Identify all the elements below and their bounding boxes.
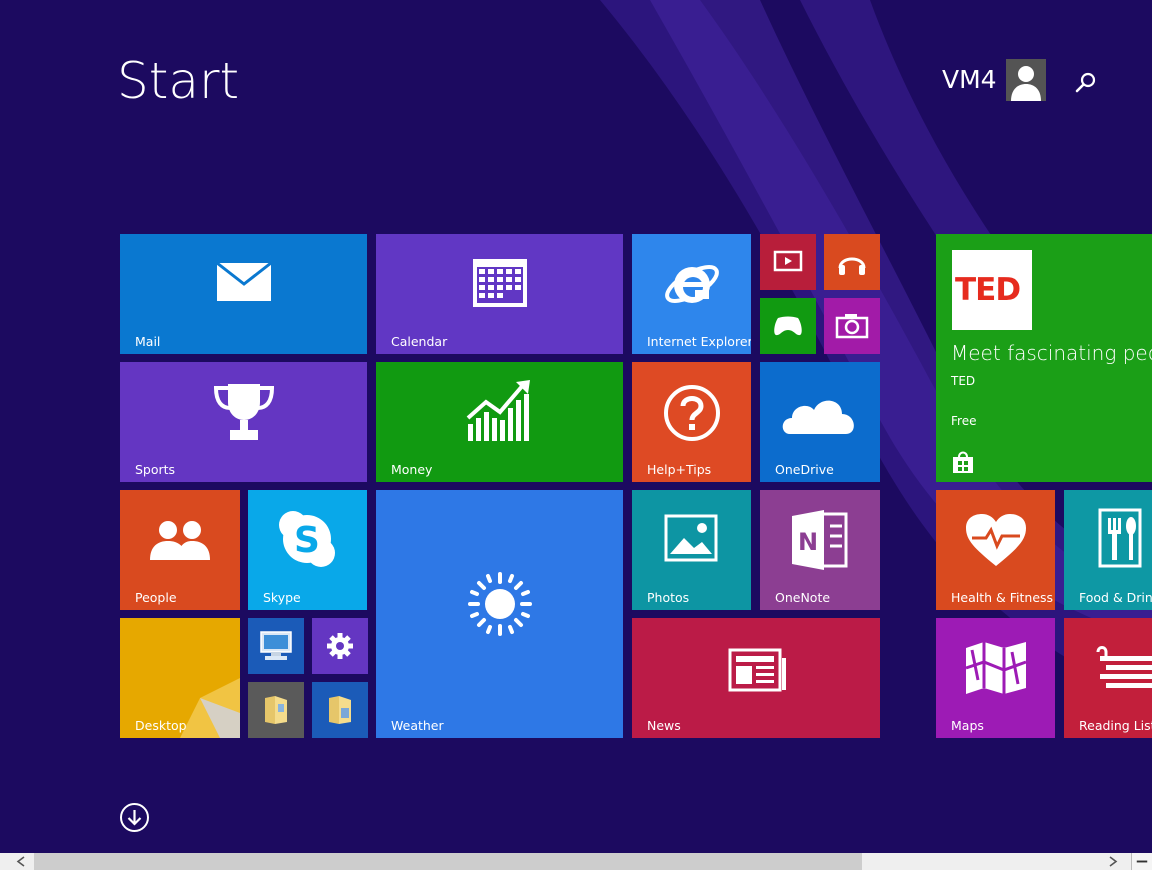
utensils-icon <box>1098 508 1142 568</box>
mail-icon <box>216 262 272 301</box>
skype-icon: S <box>279 511 335 567</box>
tile-label: Photos <box>647 590 690 605</box>
tile-skype[interactable]: S Skype <box>248 490 367 610</box>
store-bag-icon <box>953 451 973 473</box>
tile-internet-explorer[interactable]: Internet Explorer <box>632 234 751 354</box>
user-name: VM4 <box>942 65 997 94</box>
tile-label: Reading List <box>1079 718 1152 733</box>
stock-chart-icon <box>466 380 530 441</box>
tile-this-pc[interactable] <box>248 618 304 674</box>
tile-music[interactable] <box>824 234 880 290</box>
map-icon <box>965 642 1027 694</box>
question-mark-icon <box>664 385 720 441</box>
tile-label: Food & Drink <box>1079 590 1152 605</box>
tile-label: Help+Tips <box>647 462 712 477</box>
ted-app-name: TED <box>951 374 976 388</box>
tile-camera[interactable] <box>824 298 880 354</box>
svg-text:S: S <box>294 520 320 561</box>
user-account[interactable]: VM4 <box>942 59 1046 101</box>
game-controller-icon <box>774 316 802 336</box>
onenote-icon: N <box>792 510 848 570</box>
tile-money[interactable]: Money <box>376 362 623 482</box>
headphones-icon <box>838 257 866 275</box>
tile-health-fitness[interactable]: Health & Fitness <box>936 490 1055 610</box>
scrollbar-thumb[interactable] <box>34 853 862 870</box>
avatar[interactable] <box>1005 59 1046 101</box>
tile-label: Calendar <box>391 334 448 349</box>
tile-onenote[interactable]: N OneNote <box>760 490 880 610</box>
tile-calendar[interactable]: Calendar <box>376 234 623 354</box>
heart-rate-icon <box>966 514 1026 566</box>
search-icon[interactable] <box>1072 70 1098 96</box>
tile-help-tips[interactable]: Help+Tips <box>632 362 751 482</box>
people-icon <box>150 521 210 560</box>
newspaper-icon <box>728 648 786 692</box>
documents-folder-icon <box>329 696 351 724</box>
all-apps-down-arrow-icon[interactable] <box>119 802 150 833</box>
sun-icon <box>468 572 532 636</box>
internet-explorer-icon <box>665 265 719 303</box>
computer-icon <box>260 631 292 660</box>
tile-sports[interactable]: Sports <box>120 362 367 482</box>
tile-label: Health & Fitness <box>951 590 1054 605</box>
tile-label: Desktop <box>135 718 187 733</box>
tile-maps[interactable]: Maps <box>936 618 1055 738</box>
tile-photos[interactable]: Photos <box>632 490 751 610</box>
tile-label: Mail <box>135 334 161 349</box>
page-title: Start <box>117 52 240 110</box>
tile-onedrive[interactable]: OneDrive <box>760 362 880 482</box>
tile-label: Money <box>391 462 433 477</box>
folder-icon <box>265 696 287 724</box>
trophy-icon <box>213 384 275 440</box>
tile-games[interactable] <box>760 298 816 354</box>
tile-label: Maps <box>951 718 984 733</box>
scroll-left-arrow-icon[interactable] <box>0 853 34 870</box>
tile-ted[interactable]: TED Meet fascinating peo… TED Free <box>936 234 1152 482</box>
gear-icon <box>327 633 353 659</box>
svg-text:N: N <box>798 528 818 556</box>
tile-label: Skype <box>263 590 301 605</box>
tile-people[interactable]: People <box>120 490 240 610</box>
tile-label: OneNote <box>775 590 831 605</box>
ted-logo-text: TED <box>955 272 1021 308</box>
camera-icon <box>835 314 869 339</box>
tile-label: People <box>135 590 177 605</box>
tile-documents[interactable] <box>312 682 368 738</box>
tile-settings[interactable] <box>312 618 368 674</box>
tile-reading-list[interactable]: Reading List <box>1064 618 1152 738</box>
tile-label: OneDrive <box>775 462 834 477</box>
calendar-icon <box>473 259 527 307</box>
tile-label: News <box>647 718 681 733</box>
tile-label: Internet Explorer <box>647 334 751 349</box>
cloud-icon <box>782 400 854 434</box>
tile-label: Weather <box>391 718 444 733</box>
tile-file-explorer[interactable] <box>248 682 304 738</box>
tile-desktop[interactable]: Desktop <box>120 618 240 738</box>
tile-news[interactable]: News <box>632 618 880 738</box>
tile-weather[interactable]: Weather <box>376 490 623 738</box>
reading-list-icon <box>1096 646 1152 688</box>
tile-mail[interactable]: Mail <box>120 234 367 354</box>
tile-video[interactable] <box>760 234 816 290</box>
video-icon <box>773 250 803 272</box>
tile-food-drink[interactable]: Food & Drink <box>1064 490 1152 610</box>
ted-logo: TED <box>952 250 1032 330</box>
semantic-zoom-minus-icon[interactable] <box>1131 853 1152 870</box>
photo-icon <box>664 514 718 562</box>
user-silhouette-icon <box>1010 66 1041 101</box>
horizontal-scrollbar[interactable] <box>0 853 1152 870</box>
tile-label: Sports <box>135 462 176 477</box>
ted-headline: Meet fascinating peo… <box>951 341 1152 365</box>
scroll-right-arrow-icon[interactable] <box>1101 853 1131 870</box>
ted-price: Free <box>951 414 977 428</box>
